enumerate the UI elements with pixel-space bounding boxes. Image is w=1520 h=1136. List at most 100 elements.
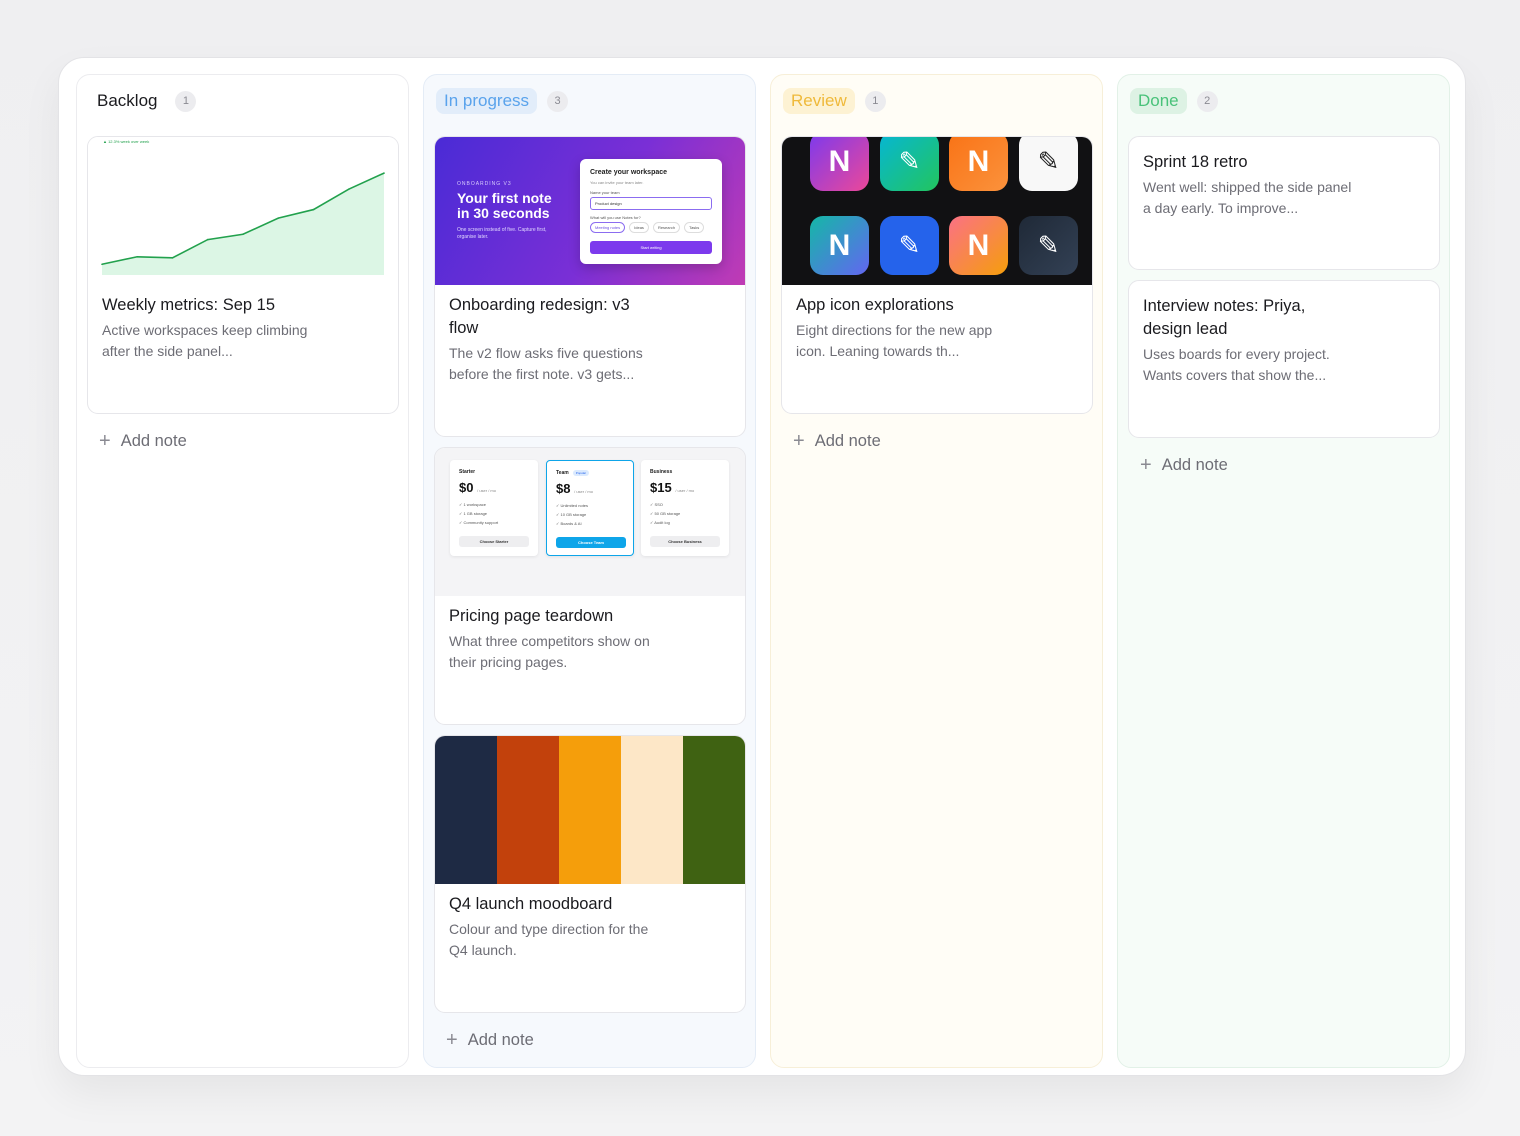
plan-button: Choose Business [650,536,720,547]
app-icon-n: N [810,137,869,191]
card-title: Pricing page teardown [449,607,614,625]
plan-name: Team Popular [556,470,590,476]
plan-price: $0 / user / mo [459,480,496,495]
app-icon-n: N [810,216,869,275]
column-count-badge: 2 [1196,90,1218,112]
chart-point [136,255,139,258]
chart-point [171,257,174,259]
chart-point [242,233,244,236]
add-note-button[interactable]: + Add note [1140,455,1228,475]
card-title: Interview notes: Priya, design lead [1143,297,1306,338]
plan-button: Choose Starter [459,536,529,547]
card-title: Q4 launch moodboard [449,895,613,913]
chart-area-fill [102,173,384,275]
card-cover-chart: ▲ 12.3% week over week [88,137,398,285]
color-swatch [621,736,683,884]
note-card-onboarding[interactable]: ONBOARDING V3 Your first note in 30 seco… [434,136,746,437]
cover-modal: Create your workspace You can invite you… [580,159,722,264]
note-card-interview-notes[interactable]: Interview notes: Priya, design lead Uses… [1128,280,1440,438]
note-card-sprint-retro[interactable]: Sprint 18 retro Went well: shipped the s… [1128,136,1440,270]
area-chart [101,172,385,275]
chart-point [277,217,280,219]
color-swatch [559,736,621,884]
card-body: Q4 launch moodboard Colour and type dire… [449,893,731,961]
column-count-badge: 1 [175,90,197,112]
column-header: Backlog 1 [89,87,197,115]
question-label: What will you use Notes for? [590,215,641,220]
app-icon-pencil: ✎ [880,216,939,275]
plan-price-unit: / user / mo [574,489,593,494]
plus-icon: + [446,1029,458,1051]
card-cover-onboarding: ONBOARDING V3 Your first note in 30 seco… [435,137,745,285]
popular-badge: Popular [572,470,590,476]
card-description: Went well: shipped the side panel a day … [1143,179,1352,216]
chart-point [383,172,385,174]
card-title: App icon explorations [796,296,954,314]
column-title[interactable]: Backlog [89,88,165,114]
plan-price: $8 / user / mo [556,481,593,496]
plan-price: $15 / user / mo [650,480,694,495]
plan-feature: ✓ Community support [459,520,499,525]
app-icon-pencil: ✎ [1019,216,1078,275]
plan-price-unit: / user / mo [675,488,695,493]
plan-price-value: $0 [459,480,474,495]
chart-point [101,263,103,266]
color-swatch [497,736,559,884]
note-card-moodboard[interactable]: Q4 launch moodboard Colour and type dire… [434,735,746,1013]
add-note-button[interactable]: + Add note [99,431,187,451]
plan-price-value: $8 [556,481,571,496]
chart-kicker: ▲ 12.3% week over week [103,139,150,144]
plan-feature: ✓ Unlimited notes [556,503,589,508]
modal-subtitle: You can invite your team later. [590,180,644,185]
card-description: What three competitors show on their pri… [449,633,650,670]
column-backlog: Backlog 1 ▲ 12.3% week over week Weekly … [76,74,409,1068]
plan-feature: ✓ SSO [650,502,663,507]
card-cover-app-icons: N ✎ N ✎ N ✎ N ✎ [782,137,1092,285]
chart-point [347,188,350,190]
note-card-weekly-metrics[interactable]: ▲ 12.3% week over week Weekly metrics: S… [87,136,399,414]
app-icon-pencil: ✎ [880,137,939,191]
plan-feature: ✓ 50 GB storage [650,511,681,516]
column-count-badge: 1 [864,90,886,112]
card-description: Uses boards for every project. Wants cov… [1143,346,1330,383]
color-swatch [435,736,497,884]
add-note-label: Add note [120,431,187,450]
chip: Tasks [684,222,705,233]
add-note-button[interactable]: + Add note [793,431,881,451]
chip: Research [652,222,681,233]
card-title: Sprint 18 retro [1143,153,1248,171]
column-header: Review 1 [783,87,886,115]
add-note-button[interactable]: + Add note [446,1030,534,1050]
cover-headline: Your first note in 30 seconds [457,190,552,221]
note-card-pricing[interactable]: Starter $0 / user / mo ✓ 1 workspace ✓ 1… [434,447,746,725]
plus-icon: + [793,430,805,452]
plan-price-value: $15 [650,480,672,495]
column-title[interactable]: In progress [436,88,538,114]
app-icon-n: N [949,137,1008,191]
card-body: Pricing page teardown What three competi… [449,605,731,673]
add-note-label: Add note [1161,455,1228,474]
field-value: Product design [590,197,712,210]
card-body: Sprint 18 retro Went well: shipped the s… [1143,151,1425,219]
plan-name-text: Team [556,470,569,476]
card-description: The v2 flow asks five questions before t… [449,345,643,382]
add-note-label: Add note [467,1030,534,1049]
plan-button: Choose Team [556,537,626,548]
modal-title: Create your workspace [590,169,668,176]
plus-icon: + [1140,454,1152,476]
card-body: Onboarding redesign: v3 flow The v2 flow… [449,294,731,385]
field-label: Name your team [590,190,620,195]
board-window: Backlog 1 ▲ 12.3% week over week Weekly … [58,57,1466,1076]
plan-features: ✓ Unlimited notes ✓ 10 GB storage ✓ Boar… [556,501,588,528]
modal-button: Start writing [590,241,712,254]
card-title: Weekly metrics: Sep 15 [102,296,276,314]
column-title[interactable]: Review [783,88,855,114]
column-review: Review 1 N ✎ N ✎ N ✎ N ✎ App icon explor… [770,74,1103,1068]
note-card-app-icons[interactable]: N ✎ N ✎ N ✎ N ✎ App icon explorations Ei… [781,136,1093,414]
column-title[interactable]: Done [1130,88,1187,114]
column-header: Done 2 [1130,87,1218,115]
plan-feature: ✓ 1 GB storage [459,511,488,516]
chip: Meeting notes [590,222,626,233]
plan-name: Business [650,469,673,475]
column-in-progress: In progress 3 ONBOARDING V3 Your first n… [423,74,756,1068]
